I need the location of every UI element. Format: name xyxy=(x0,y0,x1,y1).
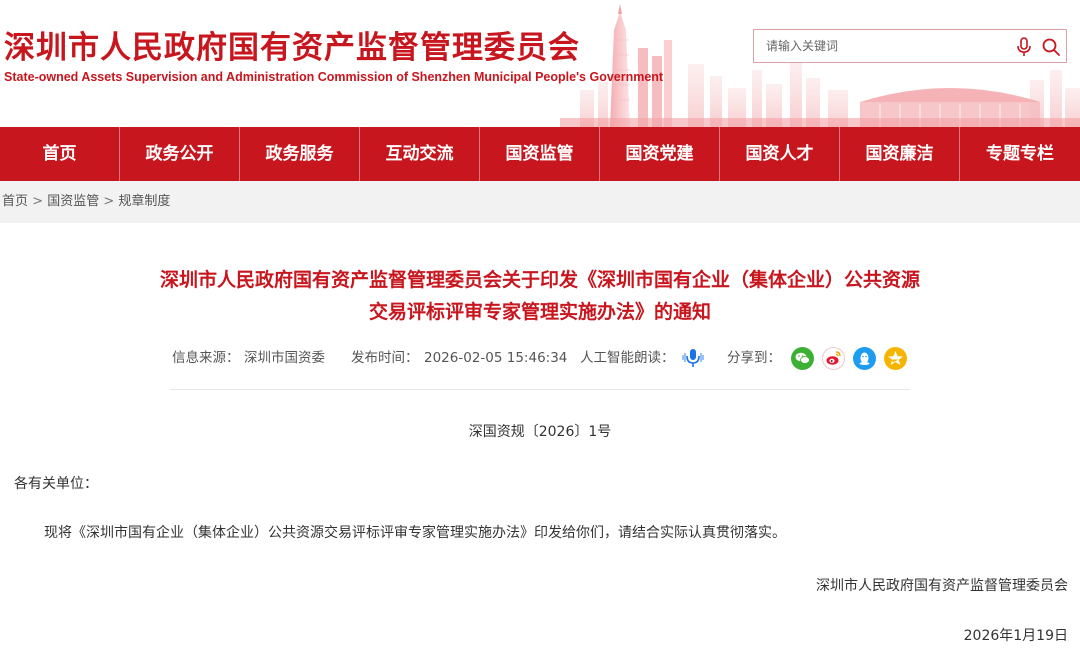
search-icon[interactable] xyxy=(1041,37,1061,57)
qzone-icon[interactable] xyxy=(884,347,907,370)
nav-item-state-asset-supervision[interactable]: 国资监管 xyxy=(480,127,600,181)
nav-item-government-services[interactable]: 政务服务 xyxy=(240,127,360,181)
nav-item-talent[interactable]: 国资人才 xyxy=(720,127,840,181)
breadcrumb-regulations[interactable]: 规章制度 xyxy=(118,194,170,209)
source-label: 信息来源： xyxy=(172,350,240,366)
publish-time-value: 2026-02-05 15:46:34 xyxy=(424,350,568,366)
article-title: 深圳市人民政府国有资产监督管理委员会关于印发《深圳市国有企业（集体企业）公共资源… xyxy=(60,264,1020,328)
source-value: 深圳市国资委 xyxy=(244,350,325,366)
nav-item-home[interactable]: 首页 xyxy=(0,127,120,181)
voice-read-icon[interactable] xyxy=(682,348,704,368)
breadcrumb-state-asset-supervision[interactable]: 国资监管 xyxy=(47,194,99,209)
site-header: 深圳市人民政府国有资产监督管理委员会 State-owned Assets Su… xyxy=(0,0,1080,127)
nav-item-special-topics[interactable]: 专题专栏 xyxy=(960,127,1080,181)
addressee: 各有关单位： xyxy=(14,476,98,492)
microphone-icon[interactable] xyxy=(1015,37,1033,57)
breadcrumb: 首页 > 国资监管 > 规章制度 xyxy=(0,181,1080,223)
search-box xyxy=(753,29,1067,63)
site-title: 深圳市人民政府国有资产监督管理委员会 xyxy=(4,30,580,66)
city-skyline-illustration xyxy=(560,4,1080,127)
article-body: 现将《深圳市国有企业（集体企业）公共资源交易评标评审专家管理实施办法》印发给你们… xyxy=(44,525,786,541)
main-nav: 首页 政务公开 政务服务 互动交流 国资监管 国资党建 国资人才 国资廉洁 专题… xyxy=(0,127,1080,181)
article-meta: 信息来源： 深圳市国资委 发布时间： 2026-02-05 15:46:34 人… xyxy=(0,344,1080,372)
breadcrumb-home[interactable]: 首页 xyxy=(2,194,28,209)
document-number: 深国资规〔2026〕1号 xyxy=(468,424,612,440)
publish-time-label: 发布时间： xyxy=(351,350,419,366)
breadcrumb-separator: > xyxy=(103,194,115,209)
nav-item-interaction[interactable]: 互动交流 xyxy=(360,127,480,181)
nav-item-integrity[interactable]: 国资廉洁 xyxy=(840,127,960,181)
issuer-signature: 深圳市人民政府国有资产监督管理委员会 xyxy=(816,578,1068,594)
qq-icon[interactable] xyxy=(853,347,876,370)
site-subtitle: State-owned Assets Supervision and Admin… xyxy=(4,70,664,84)
issue-date: 2026年1月19日 xyxy=(963,628,1068,644)
breadcrumb-separator: > xyxy=(32,194,44,209)
meta-divider xyxy=(170,389,910,390)
share-label: 分享到： xyxy=(727,350,781,366)
article-title-line-1: 深圳市人民政府国有资产监督管理委员会关于印发《深圳市国有企业（集体企业）公共资源 xyxy=(159,269,920,291)
search-input[interactable] xyxy=(766,36,1006,56)
nav-item-government-affairs-disclosure[interactable]: 政务公开 xyxy=(120,127,240,181)
nav-item-party-building[interactable]: 国资党建 xyxy=(600,127,720,181)
weibo-icon[interactable] xyxy=(822,347,845,370)
ai-read-label: 人工智能朗读： xyxy=(580,350,675,366)
wechat-icon[interactable] xyxy=(791,347,814,370)
article-title-line-2: 交易评标评审专家管理实施办法》的通知 xyxy=(368,301,711,323)
